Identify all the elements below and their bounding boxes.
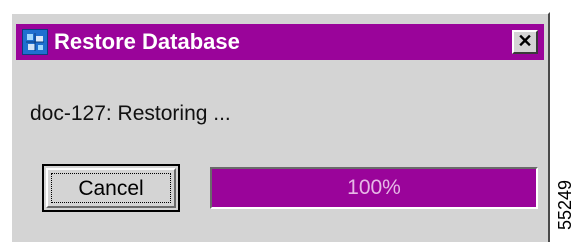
progress-bar: 100%: [210, 167, 538, 209]
figure-id-label: 55249: [555, 179, 575, 230]
cancel-button-label: Cancel: [78, 177, 144, 200]
database-restore-icon: [22, 29, 48, 55]
status-message: doc-127: Restoring ...: [30, 102, 231, 125]
dialog-title: Restore Database: [54, 29, 240, 54]
cancel-button[interactable]: Cancel: [42, 164, 180, 212]
progress-label: 100%: [347, 176, 401, 199]
restore-database-dialog: Restore Database ✕ doc-127: Restoring ..…: [10, 12, 550, 242]
close-icon: ✕: [517, 31, 533, 51]
title-bar[interactable]: Restore Database ✕: [16, 24, 544, 60]
close-button[interactable]: ✕: [512, 30, 538, 54]
